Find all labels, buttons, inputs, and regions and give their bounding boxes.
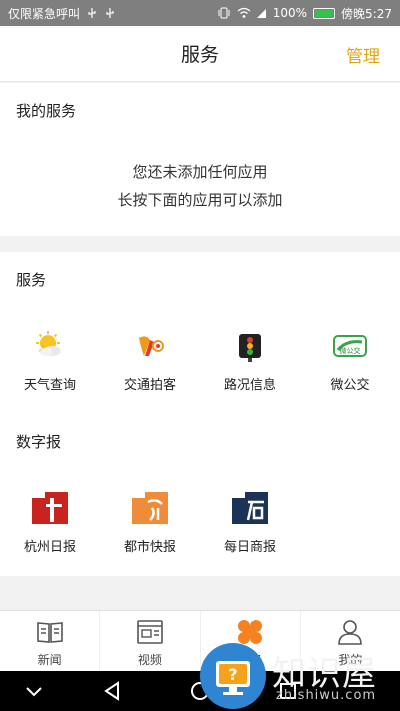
app-traffic-photo[interactable]: 交通拍客 bbox=[100, 328, 200, 393]
tab-video[interactable]: 视频 bbox=[100, 611, 201, 672]
services-title: 服务 bbox=[16, 271, 47, 289]
city-express-icon bbox=[132, 492, 168, 524]
help-monitor-icon: ? bbox=[216, 661, 250, 695]
hangzhou-daily-icon bbox=[32, 492, 68, 524]
daily-business-icon bbox=[232, 492, 268, 524]
chevron-down-icon[interactable] bbox=[22, 679, 46, 703]
services-section: 服务 天气查询 交通拍客 路况信息 微公交 微公交 数字报 杭州日报 都市快报 … bbox=[0, 252, 400, 576]
usb-icon bbox=[106, 8, 114, 18]
app-traffic-info[interactable]: 路况信息 bbox=[200, 328, 300, 393]
app-label: 杭州日报 bbox=[23, 540, 76, 555]
watermark-logo: ? bbox=[200, 643, 266, 709]
my-services-section: 我的服务 您还未添加任何应用 长按下面的应用可以添加 bbox=[0, 83, 400, 236]
user-icon bbox=[338, 620, 363, 645]
back-icon[interactable] bbox=[100, 679, 124, 703]
vibrate-icon bbox=[218, 7, 230, 19]
my-services-title: 我的服务 bbox=[16, 102, 77, 120]
carrier-text: 仅限紧急呼叫 bbox=[8, 6, 81, 21]
tab-news[interactable]: 新闻 bbox=[0, 611, 101, 672]
app-label: 天气查询 bbox=[23, 378, 76, 393]
book-icon bbox=[36, 622, 63, 643]
battery-icon bbox=[313, 7, 336, 19]
usb-icon bbox=[88, 8, 96, 18]
status-bar: 仅限紧急呼叫 100% 傍晚5:27 bbox=[0, 0, 400, 26]
app-micro-bus[interactable]: 微公交 微公交 bbox=[300, 328, 400, 393]
app-label: 微公交 bbox=[330, 378, 370, 393]
newspapers-title: 数字报 bbox=[16, 433, 62, 451]
traffic-photo-icon bbox=[139, 336, 164, 356]
clover-icon bbox=[238, 620, 263, 644]
title-bar: 服务 管理 bbox=[0, 26, 400, 82]
svg-text:?: ? bbox=[228, 665, 237, 684]
weather-icon bbox=[36, 331, 61, 356]
manage-button[interactable]: 管理 bbox=[346, 42, 380, 67]
empty-hint-line2: 长按下面的应用可以添加 bbox=[117, 191, 283, 209]
battery-percent: 100% bbox=[272, 6, 308, 20]
app-screen: 仅限紧急呼叫 100% 傍晚5:27 服务 管理 我的服务 您还未添加任何应用 … bbox=[0, 0, 400, 711]
app-label: 每日商报 bbox=[223, 540, 276, 555]
bus-icon: 微公交 bbox=[333, 335, 367, 357]
app-label: 都市快报 bbox=[123, 540, 176, 555]
empty-hint-line1: 您还未添加任何应用 bbox=[132, 163, 268, 181]
page-title: 服务 bbox=[180, 44, 219, 66]
video-icon bbox=[137, 620, 163, 644]
app-hangzhou-daily[interactable]: 杭州日报 bbox=[0, 490, 100, 555]
app-label: 交通拍客 bbox=[123, 378, 176, 393]
tab-label: 新闻 bbox=[37, 653, 62, 667]
tab-label: 视频 bbox=[137, 653, 162, 667]
app-label: 路况信息 bbox=[223, 378, 276, 393]
wifi-icon bbox=[237, 7, 251, 18]
app-weather[interactable]: 天气查询 bbox=[0, 328, 100, 393]
clock-time: 傍晚5:27 bbox=[341, 6, 392, 21]
app-daily-business[interactable]: 每日商报 bbox=[200, 490, 300, 555]
status-right: 100% 傍晚5:27 bbox=[217, 5, 392, 22]
traffic-light-icon bbox=[239, 334, 261, 362]
svg-text:微公交: 微公交 bbox=[340, 346, 361, 355]
signal-icon bbox=[256, 9, 266, 18]
status-left: 仅限紧急呼叫 bbox=[8, 5, 116, 22]
app-city-express[interactable]: 都市快报 bbox=[100, 490, 200, 555]
watermark-sub: zhishiwu.com bbox=[276, 688, 377, 703]
